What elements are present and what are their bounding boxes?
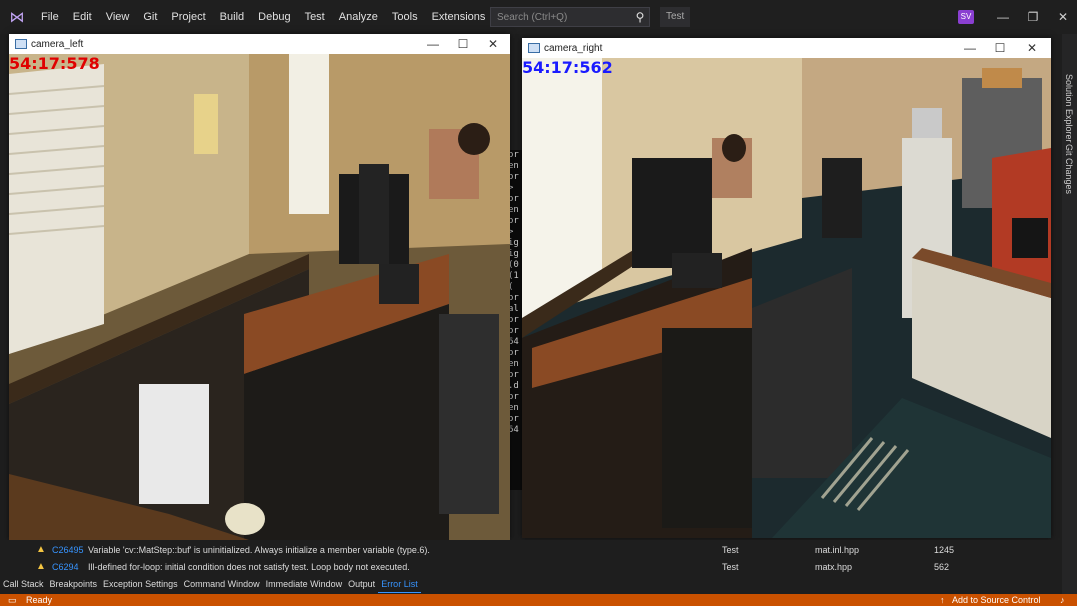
tab-immediate-window[interactable]: Immediate Window [263,576,346,592]
error-project: Test [722,545,739,555]
menu-view[interactable]: View [99,0,137,34]
tab-git-changes[interactable]: Git Changes [1064,144,1074,194]
tab-solution-explorer[interactable]: Solution Explorer [1064,74,1074,143]
camera-left-title: camera_left [31,38,84,50]
camera-right-window[interactable]: camera_right — ☐ ✕ 54:17:562 [522,38,1051,538]
tool-window-tabs: Call Stack Breakpoints Exception Setting… [0,576,1062,593]
error-description: Ill-defined for-loop: initial condition … [88,562,410,572]
restore-icon[interactable]: ❐ [1022,8,1044,26]
error-file: matx.hpp [815,562,853,572]
avatar[interactable]: SV [958,10,974,24]
add-to-source-control-button[interactable]: Add to Source Control [952,594,1041,606]
tab-error-list[interactable]: Error List [378,576,421,593]
status-ready-icon: ▭ [8,595,17,605]
office-scene-right [522,58,1051,538]
camera-left-titlebar[interactable]: camera_left — ☐ ✕ [9,34,510,54]
camera-left-image: 54:17:578 [9,54,510,540]
error-file: mat.inl.hpp [815,545,860,555]
close-icon[interactable]: ✕ [1017,38,1047,58]
solution-name: Test [660,7,691,27]
error-code-link[interactable]: C6294 [52,559,79,576]
menu-build[interactable]: Build [213,0,251,34]
office-scene-left [9,54,510,540]
arrow-up-icon: ↑ [940,595,945,605]
error-row[interactable]: ▲ C6294 Ill-defined for-loop: initial co… [0,559,1062,576]
tab-breakpoints[interactable]: Breakpoints [47,576,101,592]
menu-debug[interactable]: Debug [251,0,297,34]
tab-exception-settings[interactable]: Exception Settings [100,576,181,592]
tab-call-stack[interactable]: Call Stack [0,576,47,592]
menu-edit[interactable]: Edit [66,0,99,34]
menu-git[interactable]: Git [136,0,164,34]
status-bar: ▭ Ready ↑ Add to Source Control ♪ [0,594,1077,606]
notification-bell-icon[interactable]: ♪ [1060,594,1065,606]
camera-left-timestamp: 54:17:578 [9,54,100,73]
error-line: 1245 [934,545,955,555]
warning-icon: ▲ [36,561,46,572]
app-window-icon [15,39,27,49]
camera-left-window[interactable]: camera_left — ☐ ✕ 54:17:578 [9,34,510,540]
menu-extensions[interactable]: Extensions [425,0,493,34]
minimize-icon[interactable]: — [418,34,448,54]
camera-right-titlebar[interactable]: camera_right — ☐ ✕ [522,38,1051,58]
error-code-link[interactable]: C26495 [52,542,84,559]
search-icon[interactable]: ⚲ [632,7,648,27]
app-window-icon [528,43,540,53]
warning-icon: ▲ [36,544,46,555]
camera-right-timestamp: 54:17:562 [522,58,613,77]
menu-project[interactable]: Project [164,0,212,34]
tab-command-window[interactable]: Command Window [181,576,263,592]
error-project: Test [722,562,739,572]
close-icon[interactable]: ✕ [1052,8,1074,26]
menu-file[interactable]: File [34,0,66,34]
camera-right-image: 54:17:562 [522,58,1051,538]
error-description: Variable 'cv::MatStep::buf' is uninitial… [88,545,430,555]
close-icon[interactable]: ✕ [478,34,508,54]
error-row[interactable]: ▲ C26495 Variable 'cv::MatStep::buf' is … [0,542,1062,559]
tab-output[interactable]: Output [345,576,378,592]
side-panel-rail: Solution Explorer Git Changes [1062,34,1077,594]
menu-test[interactable]: Test [298,0,332,34]
camera-right-title: camera_right [544,42,603,54]
menu-analyze[interactable]: Analyze [332,0,385,34]
maximize-icon[interactable]: ☐ [985,38,1015,58]
visual-studio-logo-icon[interactable]: ⋈ [0,0,34,34]
minimize-icon[interactable]: — [992,8,1014,26]
minimize-icon[interactable]: — [955,38,985,58]
search-input[interactable]: Search (Ctrl+Q) [490,7,650,27]
maximize-icon[interactable]: ☐ [448,34,478,54]
status-ready: Ready [26,595,53,605]
menu-tools[interactable]: Tools [385,0,425,34]
error-line: 562 [934,562,950,572]
error-list: ▲ C26495 Variable 'cv::MatStep::buf' is … [0,540,1062,576]
